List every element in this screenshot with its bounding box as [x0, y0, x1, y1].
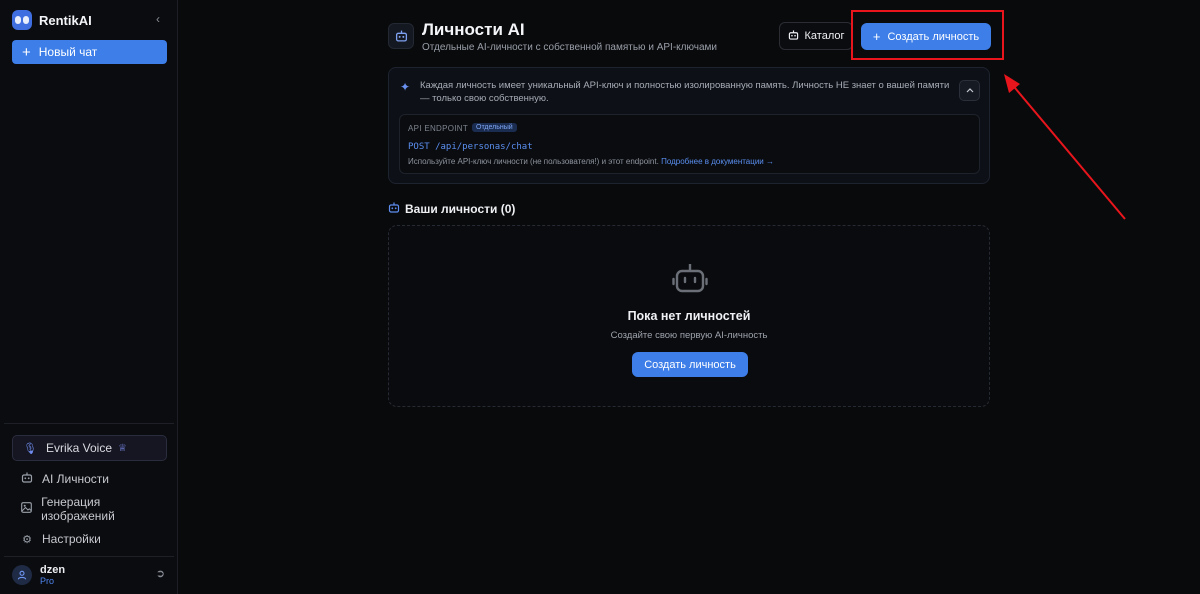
- sparkles-icon: ✦: [400, 80, 411, 94]
- robot-icon: [21, 472, 33, 486]
- endpoint-badge: Отдельный: [472, 123, 517, 132]
- info-card: ✦ Каждая личность имеет уникальный API-к…: [388, 67, 990, 184]
- sidebar-item-voice[interactable]: 🎙︎ Evrika Voice ♕: [12, 435, 167, 461]
- new-chat-label: Новый чат: [38, 45, 98, 59]
- logout-icon[interactable]: ➲: [156, 567, 165, 580]
- user-profile[interactable]: dzen Pro ➲: [12, 563, 167, 587]
- image-icon: [21, 502, 32, 516]
- section-title: Ваши личности (0): [388, 202, 515, 216]
- sidebar-item-label: AI Личности: [42, 472, 110, 486]
- brand-name: RentikAI: [39, 12, 92, 28]
- plus-icon: +: [22, 43, 31, 61]
- sidebar-item-label: Генерация изображений: [41, 495, 115, 523]
- sidebar-divider: [4, 556, 174, 557]
- sidebar-item-label: Настройки: [42, 532, 101, 546]
- catalog-label: Каталог: [804, 30, 845, 42]
- sidebar-item-settings[interactable]: ⚙ Настройки: [12, 528, 167, 550]
- logo-icon: [12, 10, 32, 30]
- page-title: Личности AI: [422, 20, 525, 39]
- endpoint-code: POST /api/personas/chat: [408, 142, 533, 152]
- avatar: [12, 565, 32, 585]
- brand[interactable]: RentikAI: [12, 9, 92, 31]
- user-name: dzen: [40, 564, 66, 576]
- user-info: dzen Pro: [40, 564, 65, 586]
- new-chat-button[interactable]: + Новый чат: [12, 40, 167, 64]
- personas-header-icon: [388, 23, 414, 49]
- sidebar-item-image-generation[interactable]: Генерация изображений: [12, 495, 167, 523]
- endpoint-label: API ENDPOINT: [408, 124, 469, 133]
- collapse-info-button[interactable]: [959, 80, 980, 101]
- api-endpoint-box: API ENDPOINT Отдельный POST /api/persona…: [399, 114, 980, 174]
- robot-icon: [788, 29, 799, 43]
- page-subtitle: Отдельные AI-личности с собственной памя…: [422, 42, 717, 53]
- endpoint-note-text: Используйте API-ключ личности (не пользо…: [408, 157, 659, 166]
- empty-state-card: Пока нет личностей Создайте свою первую …: [388, 225, 990, 407]
- gear-icon: ⚙: [22, 533, 32, 546]
- robot-icon: [388, 202, 400, 216]
- endpoint-note: Используйте API-ключ личности (не пользо…: [408, 157, 774, 166]
- empty-state-subtitle: Создайте свою первую AI-личность: [610, 330, 768, 341]
- documentation-link[interactable]: Подробнее в документации →: [661, 157, 774, 166]
- info-text: Каждая личность имеет уникальный API-клю…: [420, 80, 950, 104]
- empty-create-persona-button[interactable]: Создать личность: [632, 352, 748, 377]
- sidebar-item-personas[interactable]: AI Личности: [12, 468, 167, 490]
- sidebar: RentikAI ‹ + Новый чат 🎙︎ Evrika Voice ♕…: [0, 0, 178, 594]
- microphone-icon: 🎙︎: [23, 442, 37, 455]
- crown-icon: ♕: [118, 442, 127, 454]
- catalog-button[interactable]: Каталог: [779, 22, 853, 50]
- annotation-highlight-box: [851, 10, 1004, 60]
- section-title-label: Ваши личности (0): [405, 202, 516, 216]
- user-plan: Pro: [40, 576, 55, 586]
- collapse-sidebar-icon[interactable]: ‹: [151, 12, 165, 26]
- sidebar-divider: [4, 423, 174, 424]
- empty-state-title: Пока нет личностей: [627, 309, 751, 323]
- robot-icon: [672, 260, 708, 296]
- sidebar-item-label: Evrika Voice: [45, 441, 112, 455]
